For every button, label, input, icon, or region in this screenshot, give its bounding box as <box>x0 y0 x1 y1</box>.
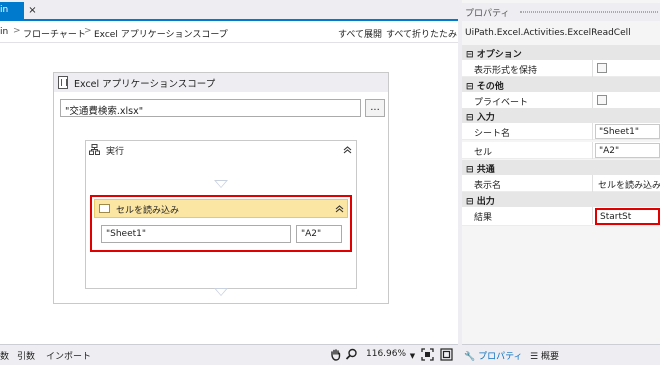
prop-name: 表示形式を保持 <box>474 66 538 76</box>
column-divider <box>592 142 593 159</box>
display-name-field[interactable]: セルを読み込み <box>598 178 660 191</box>
column-divider <box>592 92 593 109</box>
wrench-icon: 🔧 <box>464 352 476 362</box>
drop-target-arrow-icon[interactable] <box>214 288 228 296</box>
expand-all-link[interactable]: すべて展開 <box>338 27 382 40</box>
category-input[interactable]: ⊟ 入力 <box>462 108 660 123</box>
browse-button[interactable]: ... <box>365 99 385 117</box>
category-input-label: ⊟ 入力 <box>466 113 495 123</box>
read-cell-icon <box>99 204 110 213</box>
preserve-format-checkbox[interactable] <box>597 63 607 73</box>
properties-bottom-tabs: 🔧 プロパティ ☰ 概要 <box>462 344 660 365</box>
tab-properties[interactable]: 🔧 プロパティ <box>464 349 523 362</box>
activity-type-name: UiPath.Excel.Activities.ExcelReadCell <box>465 28 631 38</box>
do-sequence-header: 実行 <box>86 141 356 158</box>
prop-name: セル <box>474 148 493 158</box>
column-divider <box>592 60 593 77</box>
cell-field[interactable]: "A2" <box>595 143 660 158</box>
sheet-name-field[interactable]: "Sheet1" <box>595 124 660 139</box>
prop-row-display-name: 表示名 セルを読み込み <box>462 175 660 192</box>
prop-row-preserve-format: 表示形式を保持 <box>462 60 660 77</box>
properties-title: プロパティ <box>465 9 510 19</box>
tab-properties-label: プロパティ <box>478 352 523 362</box>
breadcrumb-item-scope[interactable]: Excel アプリケーションスコープ <box>94 27 228 40</box>
tab-arguments[interactable]: 引数 <box>17 349 35 362</box>
titlebar-grip[interactable] <box>520 11 658 13</box>
read-cell-activity[interactable]: セルを読み込み "Sheet1" "A2" <box>90 195 352 252</box>
document-tabstrip: in × <box>0 0 458 21</box>
prop-row-cell: セル "A2" <box>462 142 660 159</box>
breadcrumb: in > フローチャート > Excel アプリケーションスコープ すべて展開 … <box>0 23 458 43</box>
column-divider <box>592 207 593 224</box>
category-common-label: ⊟ 共通 <box>466 165 495 175</box>
category-output[interactable]: ⊟ 出力 <box>462 192 660 207</box>
breadcrumb-item-flowchart[interactable]: フローチャート <box>23 27 86 40</box>
excel-application-scope[interactable]: Excel アプリケーションスコープ "交通費検索.xlsx" ... 実行 <box>53 72 389 304</box>
category-misc[interactable]: ⊟ その他 <box>462 77 660 92</box>
scope-title: Excel アプリケーションスコープ <box>74 79 216 90</box>
pan-hand-icon[interactable] <box>329 348 342 361</box>
breadcrumb-item-main[interactable]: in <box>0 27 8 37</box>
tab-close-icon[interactable]: × <box>26 3 39 18</box>
category-output-label: ⊟ 出力 <box>466 197 495 207</box>
breadcrumb-separator: > <box>84 26 92 36</box>
prop-row-private: プライベート <box>462 92 660 109</box>
do-sequence-title: 実行 <box>106 147 125 157</box>
properties-panel: プロパティ UiPath.Excel.Activities.ExcelReadC… <box>462 0 660 365</box>
zoom-dropdown-chevron-icon[interactable]: ▼ <box>406 350 419 363</box>
outline-list-icon: ☰ <box>530 352 539 362</box>
workflow-designer: in × in > フローチャート > Excel アプリケーションスコープ す… <box>0 0 458 365</box>
result-field[interactable]: StartSt <box>595 208 660 225</box>
private-checkbox[interactable] <box>597 95 607 105</box>
tab-outline[interactable]: ☰ 概要 <box>530 349 559 362</box>
tab-outline-label: 概要 <box>540 352 559 362</box>
scope-header: Excel アプリケーションスコープ <box>54 73 388 92</box>
prop-name: シート名 <box>474 129 511 139</box>
breadcrumb-separator: > <box>13 26 21 36</box>
overview-map-icon[interactable] <box>440 348 453 361</box>
collapse-chevron-icon[interactable] <box>334 203 345 214</box>
sequence-icon <box>89 144 100 155</box>
category-misc-label: ⊟ その他 <box>466 82 504 92</box>
tab-variables[interactable]: 数 <box>0 349 9 362</box>
category-options-label: ⊟ オプション <box>466 50 522 60</box>
read-cell-header: セルを読み込み <box>94 199 348 218</box>
category-options[interactable]: ⊟ オプション <box>462 45 660 60</box>
prop-row-sheet-name: シート名 "Sheet1" <box>462 123 660 140</box>
fit-to-screen-icon[interactable] <box>421 348 434 361</box>
drop-target-arrow-icon[interactable] <box>214 180 228 188</box>
column-divider <box>592 123 593 140</box>
excel-file-icon <box>58 76 68 89</box>
column-divider <box>592 175 593 192</box>
zoom-level-dropdown[interactable]: 116.96% <box>366 349 406 359</box>
collapse-all-link[interactable]: すべて折りたたみ <box>386 27 457 40</box>
properties-titlebar: プロパティ <box>462 3 660 21</box>
prop-name: 結果 <box>474 213 493 223</box>
prop-name: プライベート <box>474 98 529 108</box>
read-cell-title: セルを読み込み <box>116 206 180 216</box>
collapse-chevron-icon[interactable] <box>342 144 353 155</box>
designer-footer: 数 引数 インポート 116.96% ▼ <box>0 344 458 365</box>
prop-row-result: 結果 StartSt <box>462 207 660 226</box>
prop-name: 表示名 <box>474 181 502 191</box>
zoom-search-icon[interactable] <box>345 348 358 361</box>
tab-imports[interactable]: インポート <box>46 349 91 362</box>
tab-main-label: in <box>0 5 9 15</box>
sheet-name-input[interactable]: "Sheet1" <box>101 225 291 243</box>
tab-main[interactable]: in <box>0 2 24 21</box>
cell-input[interactable]: "A2" <box>296 225 342 243</box>
workbook-path-input[interactable]: "交通費検索.xlsx" <box>60 99 361 117</box>
category-common[interactable]: ⊟ 共通 <box>462 160 660 175</box>
